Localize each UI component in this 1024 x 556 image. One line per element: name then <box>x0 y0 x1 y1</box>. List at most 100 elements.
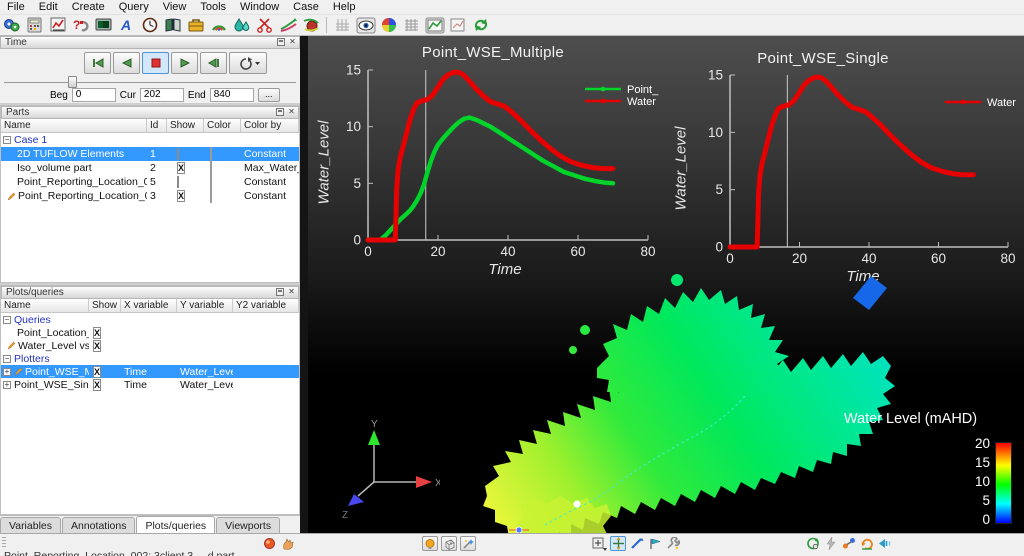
show-checkbox[interactable]: X <box>93 327 101 339</box>
plotters-group-row[interactable]: −Plotters <box>1 352 299 365</box>
reporting-point-marker[interactable] <box>574 501 581 508</box>
navigate-back-icon[interactable] <box>877 536 892 551</box>
tab-annotations[interactable]: Annotations <box>62 517 135 534</box>
time-slider[interactable] <box>4 82 296 83</box>
float-panel-icon[interactable] <box>277 38 285 46</box>
solution-time-icon[interactable] <box>139 16 160 34</box>
col-x-variable[interactable]: X variable <box>121 299 177 312</box>
collapse-icon[interactable]: − <box>3 136 11 144</box>
list-item[interactable]: +Point_WSE_Single X TimeWater_Level <box>1 378 299 391</box>
annotation-icon[interactable]: A <box>116 16 137 34</box>
chart-point-wse-multiple[interactable]: 020406080051015Point_Water <box>310 40 660 286</box>
pick-hand-icon[interactable] <box>280 536 295 551</box>
beg-field[interactable]: 0 <box>72 88 116 102</box>
toolbar-grip[interactable] <box>2 537 6 549</box>
col-y-variable[interactable]: Y variable <box>177 299 233 312</box>
show-checkbox[interactable]: X <box>93 340 101 352</box>
col-color[interactable]: Color <box>204 119 241 132</box>
record-icon[interactable] <box>262 536 277 551</box>
color-palette-icon[interactable] <box>378 16 399 34</box>
col-y2-variable[interactable]: Y2 variable <box>233 299 299 312</box>
play-backward-button[interactable] <box>113 52 140 74</box>
case-book-icon[interactable] <box>162 16 183 34</box>
update-refresh-icon[interactable] <box>805 536 820 551</box>
preferences-gears-icon[interactable] <box>1 16 22 34</box>
vortex-core-icon[interactable] <box>300 16 321 34</box>
flood-extent-map[interactable] <box>425 268 970 533</box>
close-panel-icon[interactable]: ✕ <box>288 38 297 47</box>
viewport-grid-icon[interactable] <box>332 16 353 34</box>
table-row[interactable]: 2D TUFLOW Elements 1 Constant <box>1 147 299 161</box>
query-plot-icon[interactable] <box>47 16 68 34</box>
show-checkbox[interactable] <box>177 176 179 188</box>
menu-edit[interactable]: Edit <box>32 1 65 13</box>
table-row[interactable]: Point_Reporting_Location_001 5 Constant <box>1 175 299 189</box>
col-color-by[interactable]: Color by <box>241 119 299 132</box>
list-item[interactable]: Point_Location_0... X <box>1 326 299 339</box>
play-forward-button[interactable] <box>171 52 198 74</box>
menu-file[interactable]: File <box>0 1 32 13</box>
tools-icon[interactable] <box>665 536 680 551</box>
table-row[interactable]: Iso_volume part 2 X Max_Water_Leve <box>1 161 299 175</box>
link-parts-icon[interactable] <box>841 536 856 551</box>
menu-help[interactable]: Help <box>326 1 363 13</box>
show-checkbox[interactable]: X <box>93 366 101 378</box>
chart-point-wse-single[interactable]: 020406080051015Water <box>665 40 1020 294</box>
col-show[interactable]: Show <box>89 299 121 312</box>
color-swatch[interactable] <box>210 147 212 161</box>
dock-viewport-splitter[interactable] <box>300 36 308 533</box>
tab-variables[interactable]: Variables <box>0 517 61 534</box>
close-panel-icon[interactable]: ✕ <box>287 288 296 297</box>
table-row[interactable]: Point_Reporting_Location_002 3 X Constan… <box>1 189 299 203</box>
interactive-query-icon[interactable]: ? <box>70 16 91 34</box>
tab-plots-queries[interactable]: Plots/queries <box>136 516 215 534</box>
plot-curve-icon[interactable] <box>424 16 445 34</box>
time-more-button[interactable]: ... <box>258 88 280 102</box>
step-end-button[interactable] <box>200 52 227 74</box>
menu-tools[interactable]: Tools <box>193 1 233 13</box>
zoom-region-icon[interactable] <box>592 536 607 551</box>
col-id[interactable]: Id <box>147 119 167 132</box>
close-panel-icon[interactable]: ✕ <box>287 108 296 117</box>
stop-button[interactable] <box>142 52 169 74</box>
col-show[interactable]: Show <box>167 119 204 132</box>
time-slider-handle[interactable] <box>68 76 77 88</box>
show-checkbox[interactable]: X <box>177 190 185 202</box>
end-field[interactable]: 840 <box>210 88 254 102</box>
update-plot-icon[interactable] <box>470 16 491 34</box>
list-item[interactable]: Water_Level vs. T... X <box>1 339 299 352</box>
step-begin-button[interactable] <box>84 52 111 74</box>
particle-trace-icon[interactable] <box>277 16 298 34</box>
calculator-icon[interactable] <box>24 16 45 34</box>
clip-scissors-icon[interactable] <box>254 16 275 34</box>
parts-group-row[interactable]: −Case 1 <box>1 133 299 147</box>
undo-icon[interactable] <box>859 536 874 551</box>
magic-wand-icon[interactable] <box>460 536 476 551</box>
show-checkbox[interactable] <box>177 148 179 160</box>
color-swatch[interactable] <box>210 189 212 203</box>
expand-icon[interactable]: + <box>3 381 11 389</box>
performance-lightning-icon[interactable] <box>823 536 838 551</box>
collapse-icon[interactable]: − <box>3 316 11 324</box>
colorbar[interactable] <box>995 442 1012 524</box>
menu-case[interactable]: Case <box>286 1 326 13</box>
show-checkbox[interactable]: X <box>177 162 185 174</box>
menu-create[interactable]: Create <box>65 1 112 13</box>
visibility-eye-icon[interactable] <box>355 16 376 34</box>
float-panel-icon[interactable] <box>276 288 284 296</box>
contour-icon[interactable] <box>208 16 229 34</box>
list-item[interactable]: +Point_WSE_Multi... X TimeWater_Level <box>1 365 299 378</box>
line-pick-icon[interactable] <box>629 536 644 551</box>
menu-view[interactable]: View <box>156 1 194 13</box>
color-swatch[interactable] <box>210 175 212 189</box>
lightbulb-icon[interactable] <box>422 536 438 551</box>
menu-window[interactable]: Window <box>233 1 286 13</box>
plot-frame-icon[interactable] <box>447 16 468 34</box>
transform-move-icon[interactable] <box>610 536 626 551</box>
collapse-icon[interactable]: − <box>3 355 11 363</box>
expand-icon[interactable]: + <box>3 368 11 376</box>
isosurface-icon[interactable] <box>231 16 252 34</box>
col-name[interactable]: Name <box>1 299 89 312</box>
cur-field[interactable]: 202 <box>140 88 184 102</box>
menu-query[interactable]: Query <box>112 1 156 13</box>
